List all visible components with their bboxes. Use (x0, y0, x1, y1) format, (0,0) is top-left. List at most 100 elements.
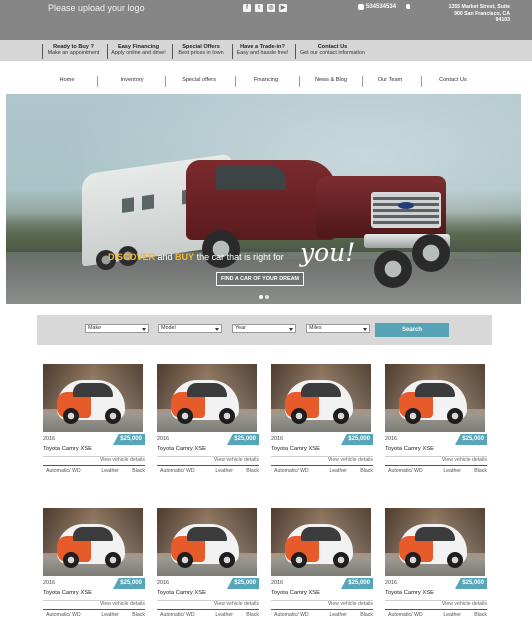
top-bar: Please upload your logo f t ◎ ▶ 53453453… (0, 0, 532, 40)
social-links: f t ◎ ▶ (243, 4, 287, 12)
view-details-link[interactable]: View vehicle details (442, 601, 487, 607)
vehicle-specs: Automatic/ WD Leather Black (160, 468, 259, 474)
nav-inventory[interactable]: Inventory (112, 77, 152, 83)
nav-divider (299, 76, 300, 87)
listing-card[interactable]: 2016 $25,000 Toyota Camry XSE View vehicle … (43, 364, 145, 482)
instagram-icon[interactable]: ◎ (267, 4, 275, 12)
vehicle-title[interactable]: Toyota Camry XSE (271, 590, 320, 596)
vehicle-photo[interactable] (43, 364, 143, 432)
vehicle-title[interactable]: Toyota Camry XSE (385, 590, 434, 596)
nav-home[interactable]: Home (52, 77, 82, 83)
promo-strip: Ready to Buy ? Make an appointment Easy … (0, 40, 532, 61)
vehicle-photo[interactable] (271, 508, 371, 576)
vehicle-specs: Automatic/ WD Leather Black (160, 612, 259, 618)
carousel-dot-2[interactable] (265, 295, 269, 299)
divider (385, 609, 487, 610)
divider (157, 465, 259, 466)
listing-card[interactable]: 2016 $25,000 Toyota Camry XSE View vehicle … (157, 364, 259, 482)
vehicle-title[interactable]: Toyota Camry XSE (157, 446, 206, 452)
vehicle-photo[interactable] (157, 508, 257, 576)
model-select[interactable]: Model (158, 324, 222, 333)
price-badge: $25,000 (113, 434, 145, 445)
chevron-down-icon (363, 328, 367, 331)
view-details-link[interactable]: View vehicle details (442, 457, 487, 463)
view-details-link[interactable]: View vehicle details (328, 457, 373, 463)
carousel-dot-1[interactable] (259, 295, 263, 299)
spec-transmission-drive: Automatic/ WD (388, 612, 423, 618)
view-details-link[interactable]: View vehicle details (328, 601, 373, 607)
vehicle-year: 2016 (271, 580, 283, 586)
price-badge: $25,000 (227, 434, 259, 445)
vehicle-specs: Automatic/ WD Leather Black (388, 612, 487, 618)
promo-trade-in[interactable]: Have a Trade-in? Easy and hassle free! (232, 44, 292, 59)
vehicle-title[interactable]: Toyota Camry XSE (271, 446, 320, 452)
nav-financing[interactable]: Financing (246, 77, 286, 83)
spec-transmission-drive: Automatic/ WD (160, 612, 195, 618)
listing-card[interactable]: 2016 $25,000 Toyota Camry XSE View vehicle … (43, 508, 145, 626)
vehicle-title[interactable]: Toyota Camry XSE (157, 590, 206, 596)
vehicle-specs: Automatic/ WD Leather Black (274, 468, 373, 474)
phone-number[interactable]: 534534534 (358, 4, 396, 10)
logo-placeholder[interactable]: Please upload your logo (48, 3, 145, 13)
facebook-icon[interactable]: f (243, 4, 251, 12)
hero-banner: DISCOVER and BUY the car that is right f… (6, 94, 521, 304)
promo-contact-us[interactable]: Contact Us Get our contact information (295, 44, 369, 59)
vehicle-photo[interactable] (385, 508, 485, 576)
promo-easy-financing[interactable]: Easy Financing Apply online and drive! (107, 44, 169, 59)
vehicle-title[interactable]: Toyota Camry XSE (385, 446, 434, 452)
vehicle-year: 2016 (157, 436, 169, 442)
spec-transmission-drive: Automatic/ WD (46, 468, 81, 474)
vehicle-title[interactable]: Toyota Camry XSE (43, 590, 92, 596)
spec-interior: Leather (215, 468, 233, 474)
hero-script-text: you! (300, 238, 356, 267)
listing-card[interactable]: 2016 $25,000 Toyota Camry XSE View vehicle … (157, 508, 259, 626)
vehicle-photo[interactable] (43, 508, 143, 576)
nav-special-offers[interactable]: Special offers (176, 77, 222, 83)
year-select[interactable]: Year (232, 324, 296, 333)
promo-special-offers[interactable]: Special Offers Best prices in town (172, 44, 229, 59)
youtube-icon[interactable]: ▶ (279, 4, 287, 12)
vehicle-title[interactable]: Toyota Camry XSE (43, 446, 92, 452)
miles-select[interactable]: Miles (306, 324, 370, 333)
phone-icon (358, 4, 364, 10)
view-details-link[interactable]: View vehicle details (214, 457, 259, 463)
twitter-icon[interactable]: t (255, 4, 263, 12)
divider (43, 465, 145, 466)
view-details-link[interactable]: View vehicle details (214, 601, 259, 607)
vehicle-year: 2016 (385, 436, 397, 442)
vehicle-photo[interactable] (271, 364, 371, 432)
view-details-link[interactable]: View vehicle details (100, 601, 145, 607)
spec-interior: Leather (329, 468, 347, 474)
hero-headline: DISCOVER and BUY the car that is right f… (108, 252, 284, 262)
listing-card[interactable]: 2016 $25,000 Toyota Camry XSE View vehicle … (385, 508, 487, 626)
carousel-dots (259, 295, 269, 299)
spec-interior: Leather (329, 612, 347, 618)
nav-contact-us[interactable]: Contact Us (430, 77, 476, 83)
spec-interior: Leather (443, 468, 461, 474)
listing-card[interactable]: 2016 $25,000 Toyota Camry XSE View vehicle … (271, 364, 373, 482)
vehicle-year: 2016 (157, 580, 169, 586)
promo-ready-to-buy[interactable]: Ready to Buy ? Make an appointment (42, 44, 104, 59)
make-select[interactable]: Make (85, 324, 149, 333)
vehicle-photo[interactable] (157, 364, 257, 432)
listing-card[interactable]: 2016 $25,000 Toyota Camry XSE View vehicle … (271, 508, 373, 626)
view-details-link[interactable]: View vehicle details (100, 457, 145, 463)
find-car-button[interactable]: FIND A CAR OF YOUR DREAM (216, 272, 304, 286)
nav-our-team[interactable]: Our Team (370, 77, 410, 83)
listing-card[interactable]: 2016 $25,000 Toyota Camry XSE View vehicle … (385, 364, 487, 482)
nav-divider (235, 76, 236, 87)
vehicle-photo[interactable] (385, 364, 485, 432)
price-badge: $25,000 (113, 578, 145, 589)
vehicle-year: 2016 (271, 436, 283, 442)
address: 1355 Market Street, Suite 900 San Franci… (406, 4, 510, 23)
search-button[interactable]: Search (375, 323, 449, 337)
spec-interior: Leather (101, 612, 119, 618)
nav-news-blog[interactable]: News & Blog (308, 77, 354, 83)
divider (271, 465, 373, 466)
price-badge: $25,000 (455, 578, 487, 589)
vehicle-specs: Automatic/ WD Leather Black (388, 468, 487, 474)
spec-interior: Leather (101, 468, 119, 474)
spec-transmission-drive: Automatic/ WD (274, 612, 309, 618)
vehicle-year: 2016 (43, 436, 55, 442)
vehicle-specs: Automatic/ WD Leather Black (46, 612, 145, 618)
